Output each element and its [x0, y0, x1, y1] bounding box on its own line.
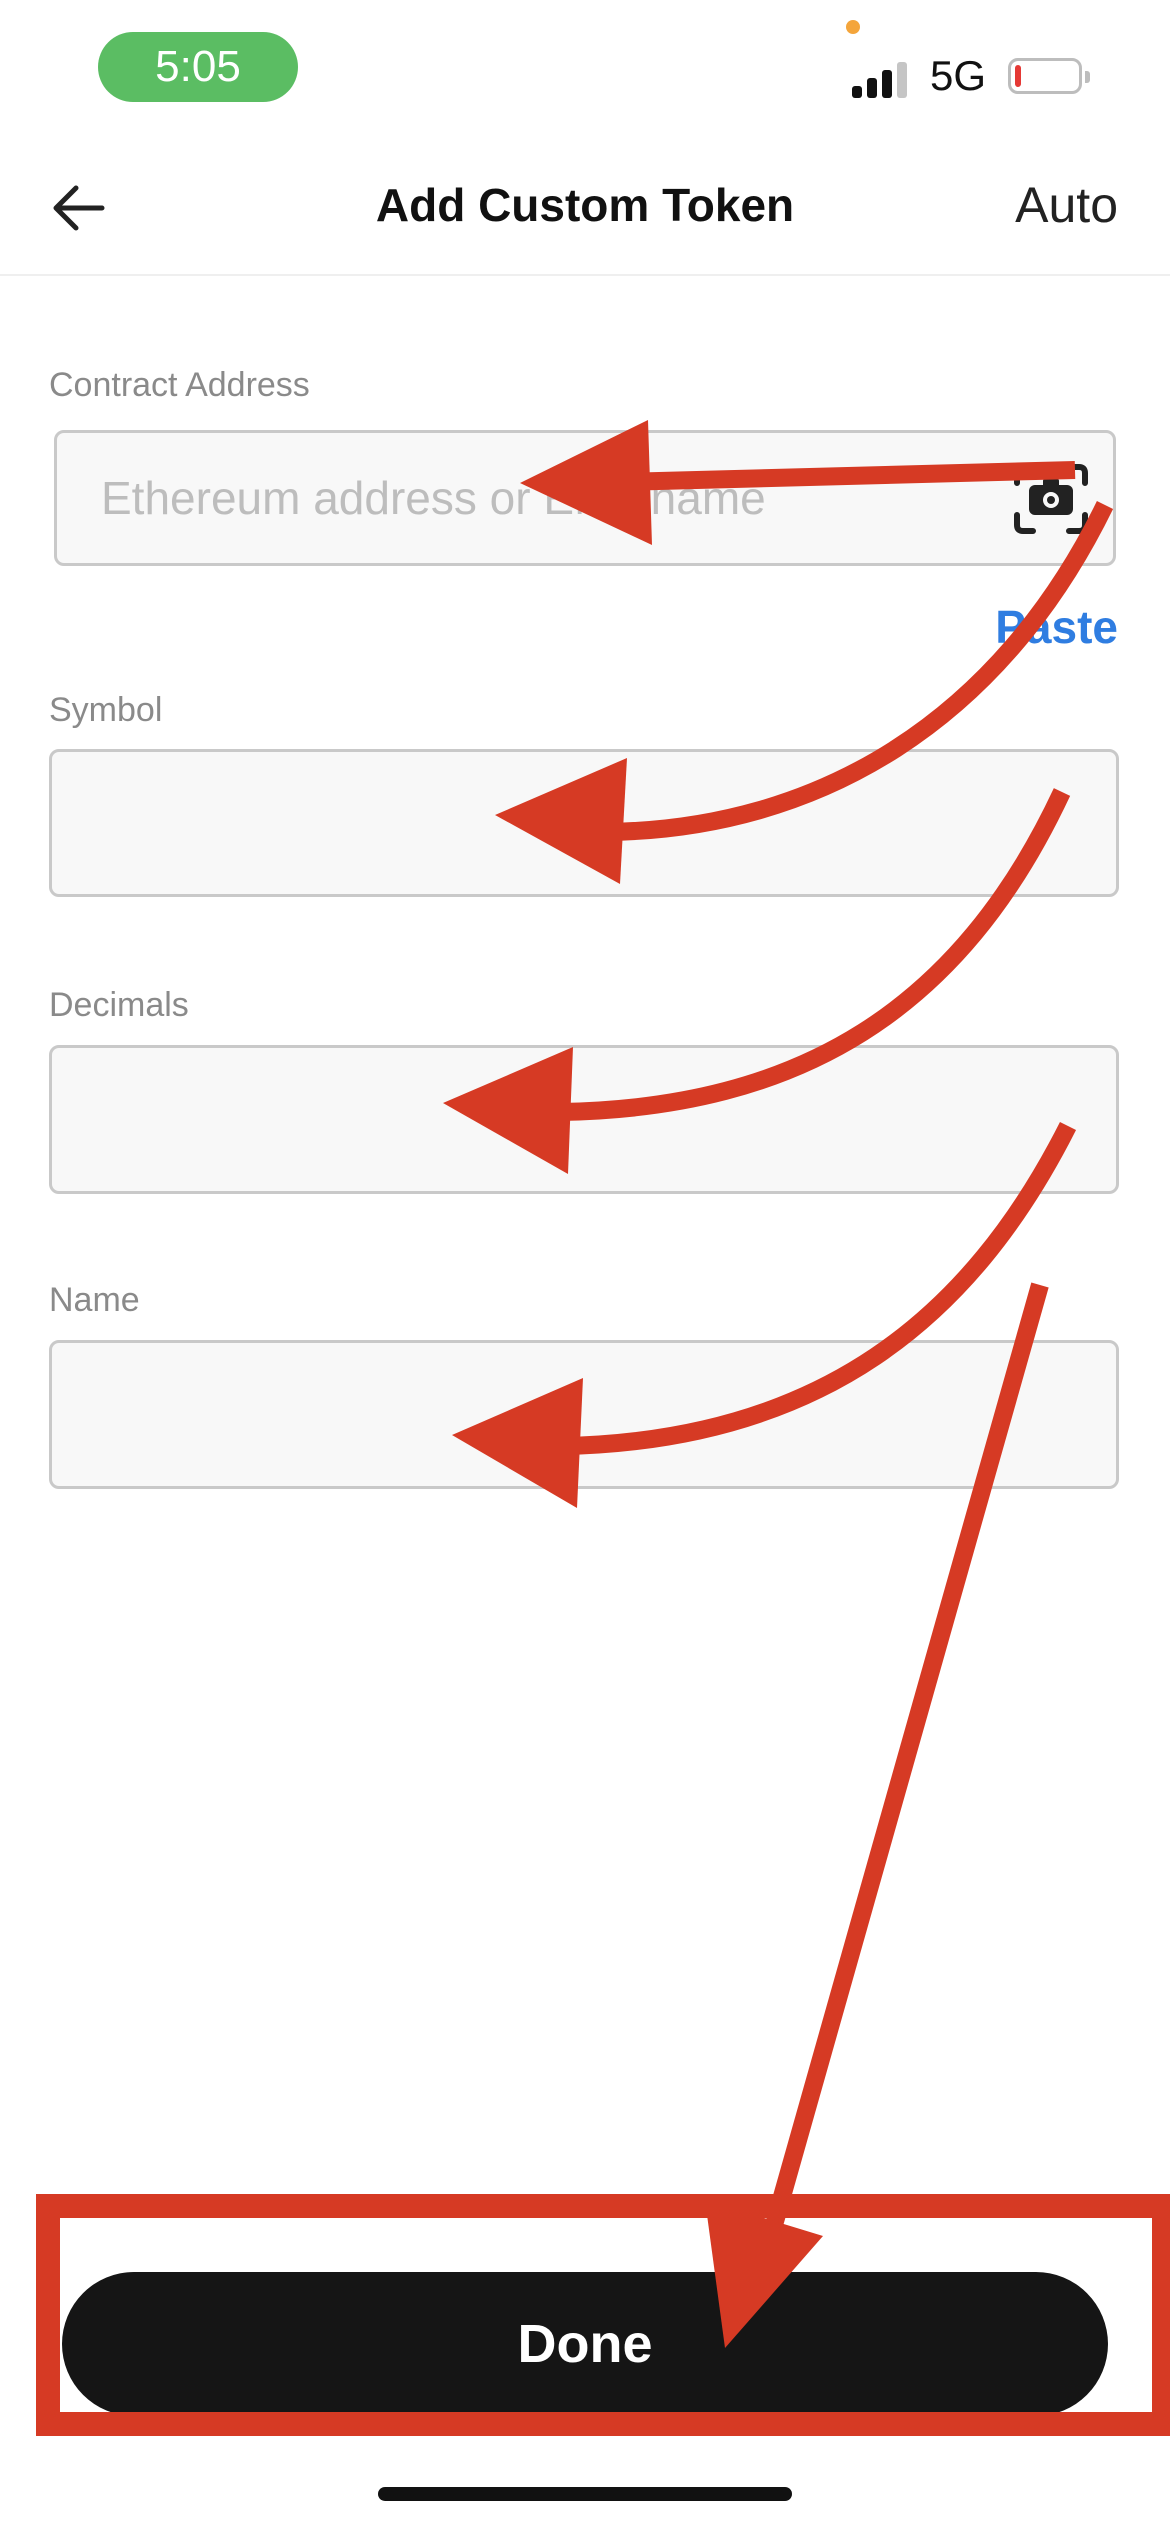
page-title: Add Custom Token — [375, 179, 795, 231]
home-indicator — [378, 2487, 792, 2501]
contract-address-field — [54, 430, 1116, 566]
decimals-input[interactable] — [52, 1048, 1116, 1191]
name-field — [49, 1340, 1119, 1489]
contract-address-label: Contract Address — [49, 366, 310, 404]
network-type: 5G — [930, 52, 987, 99]
decimals-field — [49, 1045, 1119, 1194]
done-button[interactable]: Done — [62, 2272, 1108, 2416]
navigation-bar: Add Custom Token Auto — [0, 140, 1170, 276]
battery-level — [1015, 65, 1021, 87]
symbol-field — [49, 749, 1119, 897]
symbol-input[interactable] — [52, 752, 1116, 894]
status-time: 5:05 — [98, 32, 298, 102]
privacy-indicator-dot — [846, 20, 860, 34]
paste-button[interactable]: Paste — [995, 600, 1118, 654]
status-bar: 5:05 5G — [0, 0, 1170, 140]
contract-address-input[interactable] — [57, 433, 1113, 563]
signal-strength-icon — [852, 58, 912, 98]
auto-button[interactable]: Auto — [1015, 176, 1118, 234]
symbol-label: Symbol — [49, 691, 163, 729]
name-input[interactable] — [52, 1343, 1116, 1486]
scan-qr-icon[interactable] — [1013, 463, 1089, 535]
decimals-label: Decimals — [49, 986, 189, 1024]
name-label: Name — [49, 1281, 140, 1319]
battery-icon — [1008, 58, 1090, 94]
